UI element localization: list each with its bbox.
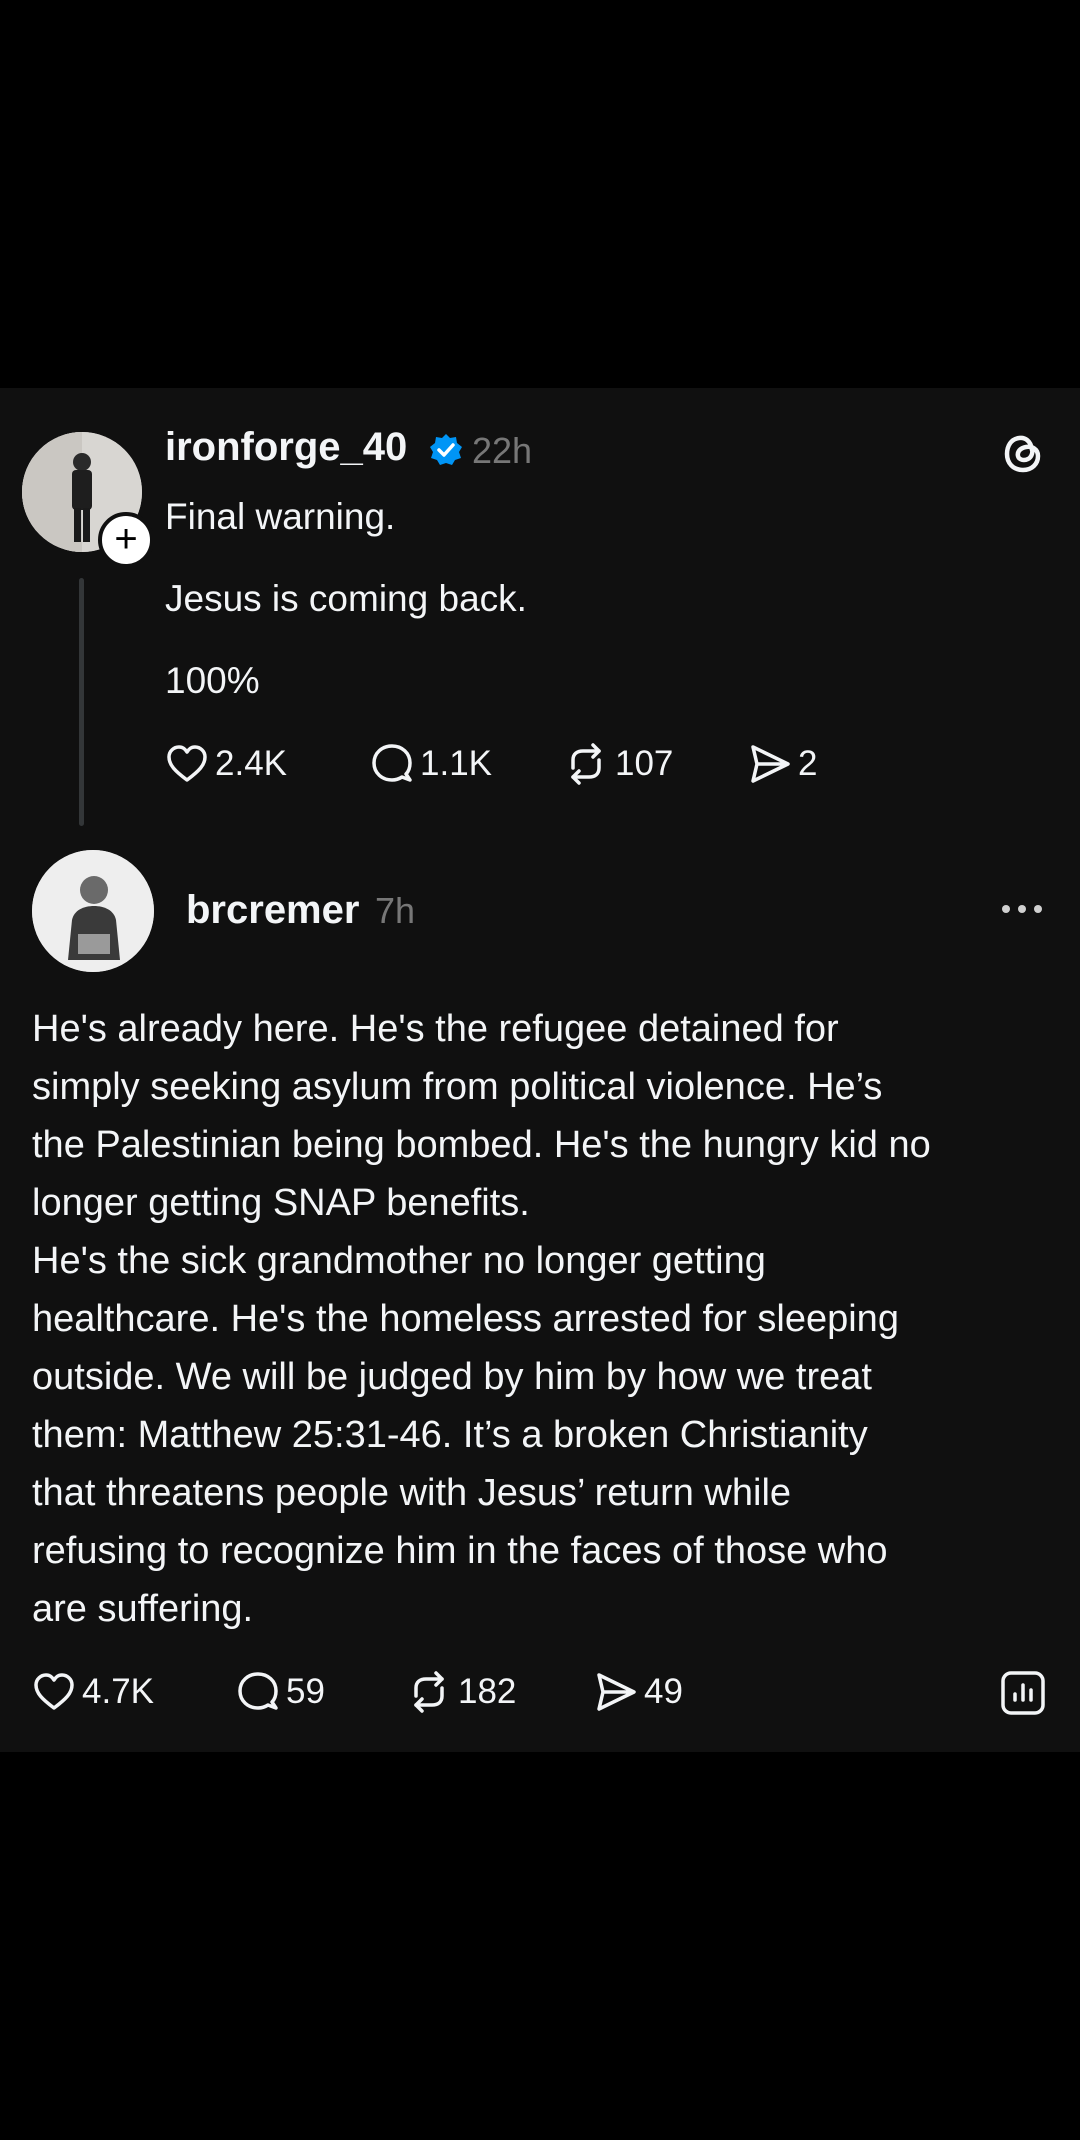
reply-reply-button[interactable]: 59: [236, 1670, 325, 1714]
reply-share-count: 49: [644, 1672, 683, 1711]
repost-icon: [414, 1671, 444, 1713]
post-like-button[interactable]: 2.4K: [165, 742, 287, 786]
reply-reply-count: 59: [286, 1672, 325, 1711]
threads-logo-icon[interactable]: [998, 428, 1048, 483]
reply-repost-button[interactable]: 182: [406, 1670, 516, 1714]
heart-icon: [167, 745, 207, 782]
post-reply-count: 1.1K: [420, 744, 492, 783]
post-repost-button[interactable]: 107: [563, 742, 673, 786]
post-line-1: Final warning.: [165, 496, 396, 537]
comment-icon: [238, 1672, 278, 1710]
reply-line: He's already here. He's the refugee deta…: [32, 1008, 839, 1050]
reply-line: the Palestinian being bombed. He's the h…: [32, 1124, 931, 1166]
reply-username[interactable]: brcremer: [186, 888, 359, 933]
reply-share-button[interactable]: 49: [594, 1670, 683, 1714]
reply-body: He's already here. He's the refugee deta…: [32, 1000, 931, 1638]
reply-timestamp: 7h: [375, 890, 416, 931]
post-share-button[interactable]: 2: [748, 742, 817, 786]
reply-line: healthcare. He's the homeless arrested f…: [32, 1298, 899, 1340]
reply-avatar[interactable]: [32, 850, 154, 972]
post-line-2: Jesus is coming back.: [165, 578, 527, 619]
reply-line: them: Matthew 25:31-46. It’s a broken Ch…: [32, 1414, 868, 1456]
thread-connector-line: [79, 578, 84, 826]
reply-line: He's the sick grandmother no longer gett…: [32, 1240, 766, 1282]
send-icon: [751, 745, 790, 783]
post-repost-count: 107: [615, 744, 674, 783]
reply-line: longer getting SNAP benefits.: [32, 1182, 530, 1224]
reply-line: outside. We will be judged by him by how…: [32, 1356, 872, 1398]
reply-line: refusing to recognize him in the faces o…: [32, 1530, 888, 1572]
post-timestamp: 22h: [472, 430, 533, 471]
post-like-count: 2.4K: [215, 744, 287, 783]
post-line-3: 100%: [165, 660, 260, 701]
comment-icon: [372, 744, 412, 782]
more-options-icon[interactable]: [1002, 905, 1042, 913]
repost-icon: [571, 743, 601, 785]
reply-line: that threatens people with Jesus’ return…: [32, 1472, 792, 1514]
send-icon: [597, 1673, 636, 1711]
follow-plus-button[interactable]: +: [98, 512, 154, 568]
reply-like-count: 4.7K: [82, 1672, 154, 1711]
reply-repost-count: 182: [458, 1672, 517, 1711]
post-reply-button[interactable]: 1.1K: [370, 742, 492, 786]
reply-line: simply seeking asylum from political vio…: [32, 1066, 883, 1108]
reply-like-button[interactable]: 4.7K: [32, 1670, 154, 1714]
post-share-count: 2: [798, 744, 818, 783]
verified-badge-icon: [428, 432, 464, 473]
post-username[interactable]: ironforge_40: [165, 425, 407, 470]
insights-chart-icon[interactable]: [1000, 1670, 1046, 1721]
heart-icon: [34, 1673, 74, 1710]
reply-line: are suffering.: [32, 1588, 254, 1630]
